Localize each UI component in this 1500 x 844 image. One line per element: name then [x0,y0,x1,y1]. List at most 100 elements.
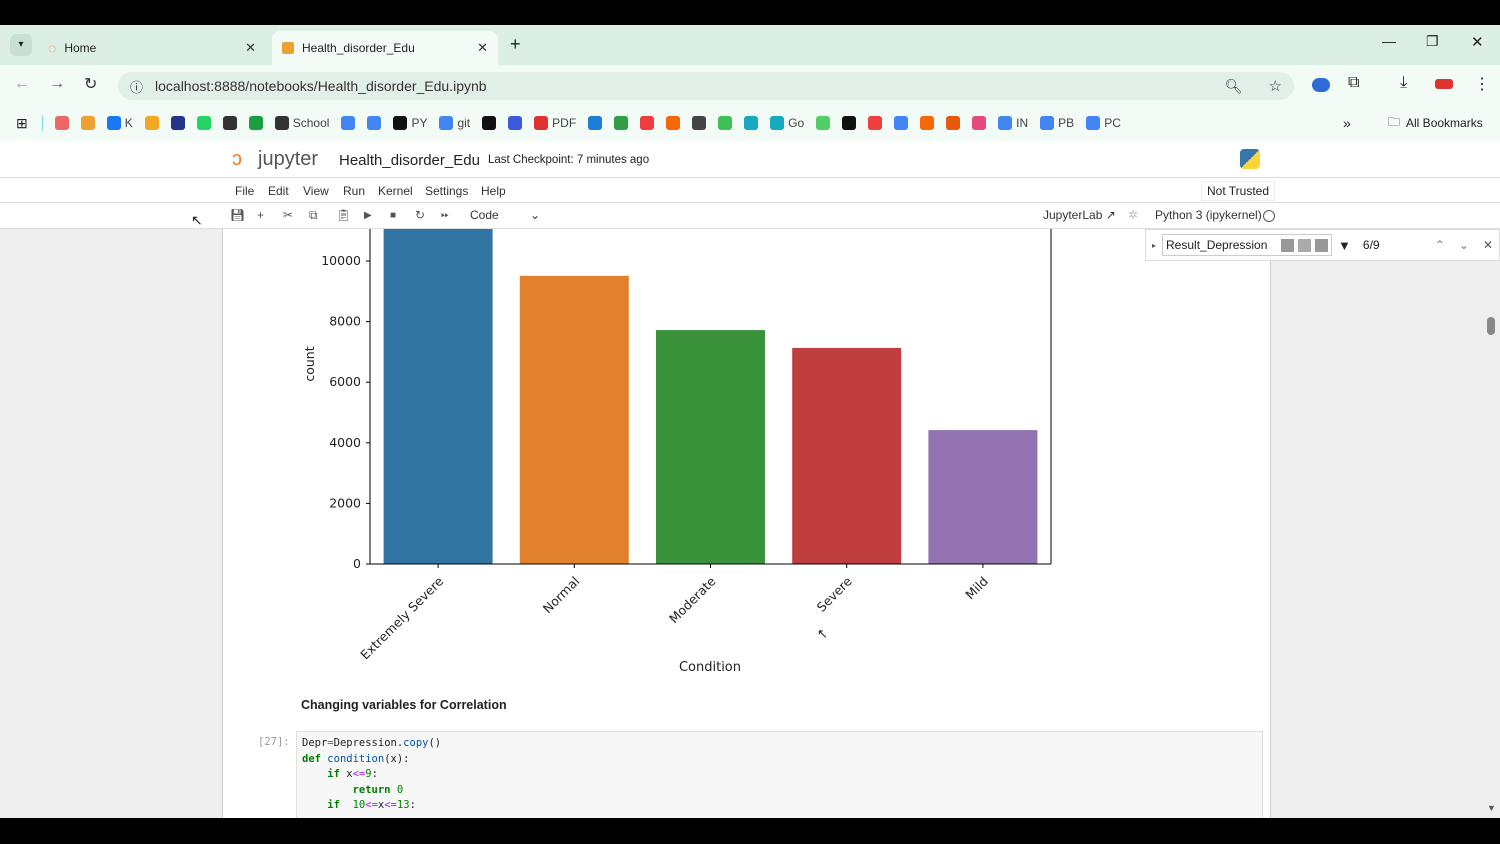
bookmark-item[interactable]: PC [1086,116,1121,130]
bookmark-item[interactable] [718,116,733,130]
notebook-title[interactable]: Health_disorder_Edu [339,152,480,169]
close-tab-icon[interactable]: ✕ [245,40,256,56]
regex-icon[interactable] [1315,238,1329,252]
tab-notebook[interactable]: Health_disorder_Edu ✕ [272,31,498,65]
bookmark-item[interactable] [588,116,603,130]
bookmark-favicon-icon [842,116,857,130]
bookmark-item[interactable] [614,116,629,130]
tab-search-button[interactable]: ▾ [10,34,32,56]
fast-forward-icon[interactable]: ⏩︎ [441,210,449,221]
menu-view[interactable]: View [303,184,329,198]
expand-icon[interactable]: ▸ [1152,241,1156,250]
menu-edit[interactable]: Edit [268,184,289,198]
extensions-icon[interactable]: ⧉ [1348,74,1359,92]
bookmark-item[interactable] [54,116,69,130]
bookmark-favicon-icon [393,116,408,130]
bookmark-item[interactable] [972,116,987,130]
menu-kernel[interactable]: Kernel [378,184,413,198]
menu-help[interactable]: Help [481,184,506,198]
zoom-icon[interactable]: 🔍︎ [1225,78,1243,95]
jupyter-logo[interactable]: jupyter [258,148,318,171]
bookmark-item[interactable] [367,116,382,130]
bookmark-item[interactable] [666,116,681,130]
tab-home[interactable]: ◌ Home ✕ [38,31,266,65]
bookmark-item[interactable] [144,116,159,130]
bookmark-item[interactable] [196,116,211,130]
restart-icon[interactable]: ↻ [415,208,425,222]
close-window-icon[interactable]: ✕ [1471,33,1484,51]
trust-indicator[interactable]: Not Trusted [1201,181,1276,201]
debugger-icon[interactable]: ✲ [1128,208,1138,222]
bookmark-item[interactable]: Go [770,116,804,130]
bookmark-item[interactable] [920,116,935,130]
previous-match-icon[interactable]: ⌃ [1435,238,1445,252]
bookmark-item[interactable]: PB [1040,116,1074,130]
new-tab-icon[interactable]: + [510,34,521,55]
restore-icon[interactable]: ❐ [1426,33,1439,50]
whole-word-icon[interactable] [1298,238,1312,252]
site-info-icon[interactable]: ⓘ [130,77,143,96]
more-bookmarks-icon[interactable]: » [1343,115,1351,131]
star-icon[interactable]: ☆ [1269,77,1282,95]
bookmark-item[interactable]: PDF [534,116,576,130]
menu-file[interactable]: File [235,184,254,198]
bookmark-item[interactable] [946,116,961,130]
paste-icon[interactable]: 📋︎ [336,208,351,222]
bookmark-item[interactable] [816,116,831,130]
bookmark-item[interactable] [80,116,95,130]
bookmark-item[interactable] [868,116,883,130]
profile-icon[interactable] [1435,79,1453,89]
bookmark-item[interactable] [894,116,909,130]
cut-icon[interactable]: ✂ [283,208,293,222]
bookmark-item[interactable] [341,116,356,130]
add-cell-icon[interactable]: + [257,208,264,222]
run-icon[interactable]: ▶ [364,210,372,221]
jupyterlab-link[interactable]: JupyterLab ↗ [1043,208,1116,222]
match-case-icon[interactable] [1281,238,1295,252]
bookmark-item[interactable]: IN [998,116,1028,130]
minimize-icon[interactable]: — [1382,33,1396,49]
bookmark-item[interactable] [842,116,857,130]
scroll-down-icon[interactable]: ▼ [1487,803,1496,813]
copy-icon[interactable]: ⧉ [309,208,318,223]
bookmark-favicon-icon [367,116,382,130]
apps-icon[interactable]: ⊞ [16,115,28,132]
cell-type-select[interactable]: Code ⌄ [470,208,540,222]
reload-icon[interactable]: ↻ [84,74,97,94]
menu-run[interactable]: Run [343,184,365,198]
kernel-name[interactable]: Python 3 (ipykernel) [1155,208,1262,222]
x-tick-label: Severe [814,573,855,614]
menu-icon[interactable]: ⋮ [1474,74,1490,94]
bookmark-item[interactable]: git [439,116,470,130]
back-icon[interactable]: ← [14,75,30,93]
extension-icon[interactable] [1312,78,1330,92]
menu-settings[interactable]: Settings [425,184,468,198]
bookmark-label: IN [1016,116,1029,130]
bookmark-label: School [292,116,330,130]
all-bookmarks[interactable]: 🗀 All Bookmarks [1388,113,1483,134]
scrollbar-thumb[interactable] [1487,317,1495,335]
code-cell-editor[interactable]: Depr=Depression.copy() def condition(x):… [296,731,1263,818]
close-find-icon[interactable]: ✕ [1483,238,1493,252]
bookmark-item[interactable]: PY [393,116,427,130]
bookmark-item[interactable]: K [106,116,133,130]
download-icon[interactable]: ⤓ [1400,74,1407,92]
stop-icon[interactable]: ■ [390,210,396,221]
close-tab-icon[interactable]: ✕ [477,40,488,56]
filter-icon[interactable]: ▼ [1338,238,1351,253]
find-input[interactable]: Result_Depression [1162,234,1333,256]
bookmark-item[interactable] [640,116,655,130]
bookmark-item[interactable]: School [274,116,330,130]
save-icon[interactable]: 💾︎ [230,208,245,222]
bookmark-item[interactable] [692,116,707,130]
mouse-cursor-icon: ↖ [817,626,828,641]
bookmark-item[interactable] [482,116,497,130]
bookmark-item[interactable] [248,116,263,130]
bookmark-item[interactable] [222,116,237,130]
next-match-icon[interactable]: ⌄ [1459,238,1469,252]
bookmark-item[interactable] [170,116,185,130]
bookmark-item[interactable] [508,116,523,130]
bookmark-item[interactable] [744,116,759,130]
url-input[interactable]: ⓘ localhost:8888/notebooks/Health_disord… [118,72,1294,100]
forward-icon[interactable]: → [49,75,65,93]
